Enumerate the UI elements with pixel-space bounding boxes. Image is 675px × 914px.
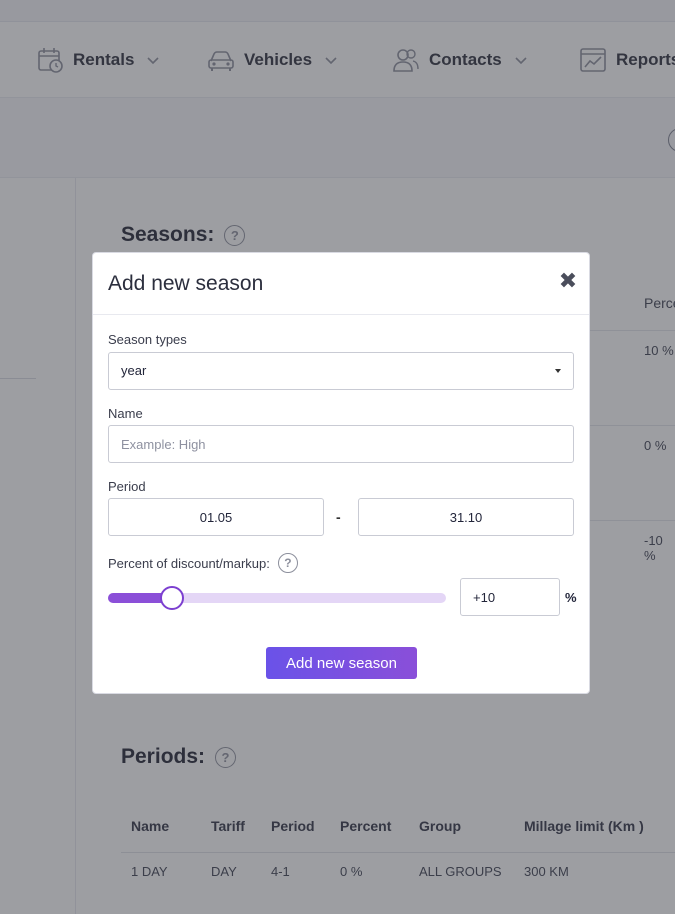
slider-handle[interactable] bbox=[160, 586, 185, 610]
percent-unit-label: % bbox=[565, 590, 577, 605]
add-new-season-button[interactable]: Add new season bbox=[266, 647, 417, 679]
add-season-modal: Add new season ✖ Season types year Name … bbox=[92, 252, 590, 694]
discount-value-input[interactable] bbox=[460, 578, 560, 616]
period-label: Period bbox=[108, 479, 146, 494]
season-types-selected-value: year bbox=[121, 363, 147, 378]
discount-slider[interactable] bbox=[108, 586, 446, 610]
season-types-select[interactable]: year bbox=[108, 352, 574, 390]
name-input[interactable] bbox=[108, 425, 574, 463]
modal-title: Add new season bbox=[108, 272, 264, 295]
period-to-input[interactable] bbox=[358, 498, 574, 536]
discount-label: Percent of discount/markup: bbox=[108, 555, 270, 571]
season-types-label: Season types bbox=[108, 332, 187, 347]
period-separator: - bbox=[336, 509, 341, 525]
period-from-input[interactable] bbox=[108, 498, 324, 536]
help-icon[interactable]: ? bbox=[277, 553, 298, 573]
modal-header: Add new season ✖ bbox=[93, 253, 589, 315]
name-label: Name bbox=[108, 406, 143, 421]
close-icon[interactable]: ✖ bbox=[558, 270, 578, 292]
discount-label-row: Percent of discount/markup: ? bbox=[108, 553, 298, 573]
caret-down-icon bbox=[555, 369, 561, 373]
